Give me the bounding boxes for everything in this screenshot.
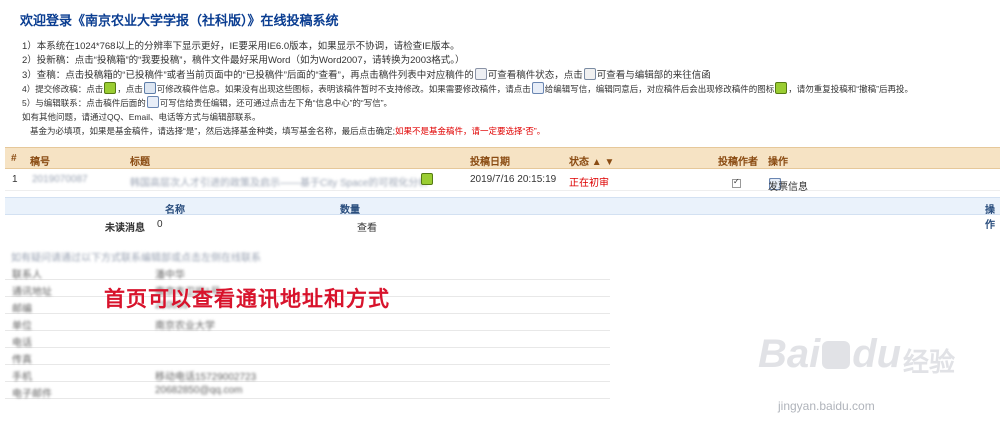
contact-intro: 如有疑问请通过以下方式联系编辑部或点击左侧在线联系 — [11, 253, 261, 264]
invoice-info-link[interactable]: 发票信息 — [768, 178, 808, 193]
instruction-4-part-d: 给编辑写信，编辑同意后，对应稿件后会出现修改稿件的图标 — [544, 84, 775, 94]
instruction-line-2: 2）投新稿：点击“投稿箱”的“我要投稿”，稿件文件最好采用Word（如为Word… — [22, 55, 465, 66]
watermark-cn: 经验 — [903, 347, 956, 377]
col-id[interactable]: 稿号 — [30, 153, 50, 168]
paperclip-icon — [474, 68, 487, 80]
manuscript-date: 2019/7/16 20:15:19 — [470, 174, 557, 185]
watermark-brand: Bai du — [758, 332, 902, 376]
attachment-icon — [421, 173, 433, 185]
fund-warning: 如果不是基金稿件，请一定要选择“否”。 — [395, 126, 546, 136]
msg-col-name: 名称 — [165, 205, 185, 216]
instruction-3-part-c: 可查看与编辑部的来往信函 — [596, 70, 711, 81]
status-badge: 正在初审 — [569, 178, 609, 189]
contact-row: 电话 — [5, 331, 610, 349]
contact-row: 传真 — [5, 348, 610, 366]
paw-icon — [822, 341, 851, 369]
instruction-line-3: 3）查稿：点击投稿箱的“已投稿件”或者当前页面中的“已投稿件”后面的“查看”，再… — [22, 68, 997, 82]
col-num: # — [11, 153, 17, 164]
col-title[interactable]: 标题 — [130, 153, 150, 168]
contact-row: 联系人 潘中华 — [5, 263, 610, 281]
unread-count: 0 — [157, 219, 163, 230]
page-title: 欢迎登录《南京农业大学学报（社科版）》在线投稿系统 — [20, 13, 339, 28]
contact-row: 电子邮件 20682850@qq.com — [5, 382, 610, 400]
mail-icon — [531, 82, 544, 94]
manuscript-id[interactable]: 2019070087 — [32, 174, 88, 185]
view-messages-link[interactable]: 查看 — [357, 219, 377, 234]
magnifier-icon — [583, 68, 596, 80]
table-row: 1 2019070087 韩国高层次人才引进的政策及启示——基于City Spa… — [5, 169, 1000, 193]
message-row: 未读消息 0 查看 — [5, 216, 1000, 234]
instruction-line-4: 4）提交修改稿：点击 ，点击 可修改稿件信息。如果没有出现这些图标，表明该稿件暂时不… — [22, 82, 997, 96]
col-ops: 操作 — [768, 157, 788, 168]
msg-col-count: 数量 — [340, 205, 360, 216]
col-author: 投稿作者 — [718, 157, 758, 168]
instructions: 1）本系统在1024*768以上的分辨率下显示更好，IE要采用IE6.0版本，如… — [22, 40, 997, 138]
instruction-7-part-a: 基金为必填项，如果是基金稿件，请选择“是”，然后选择基金种类，填写基金名称，最后… — [30, 126, 396, 136]
instruction-5-part-b: 可写信给责任编辑，还可通过点击左下角“信息中心”的“写信”。 — [159, 98, 393, 108]
instruction-line-5: 5）与编辑联系：点击稿件后面的 可写信给责任编辑，还可通过点击左下角“信息中心”的… — [22, 96, 997, 110]
instruction-line-6: 如有其他问题，请通过QQ、Email、电话等方式与编辑部联系。 — [22, 112, 261, 122]
manuscript-table-header: # 稿号 标题 投稿日期 状态 ▲ ▼ 投稿作者 操作 — [5, 147, 1000, 169]
col-status[interactable]: 状态 ▲ ▼ — [569, 153, 614, 168]
unread-label: 未读消息 — [105, 223, 145, 234]
upload-icon — [775, 82, 788, 94]
baidu-watermark: Bai du 经验 — [758, 332, 983, 394]
instruction-5-part-a: 5）与编辑联系：点击稿件后面的 — [22, 98, 146, 108]
contact-row: 手机 移动电话15729002723 — [5, 365, 610, 383]
instruction-4-part-e: ，请勿重复投稿和“撤稿”后再投。 — [788, 84, 913, 94]
watermark-url: jingyan.baidu.com — [778, 399, 875, 413]
instruction-4-part-a: 4）提交修改稿：点击 — [22, 84, 104, 94]
row-num: 1 — [12, 174, 18, 185]
overlay-caption: 首页可以查看通讯地址和方式 — [104, 288, 390, 311]
instruction-3-part-a: 3）查稿：点击投稿箱的“已投稿件”或者当前页面中的“已投稿件”后面的“查看”，再… — [22, 70, 474, 81]
instruction-4-part-c: 可修改稿件信息。如果没有出现这些图标，表明该稿件暂时不支持修改。如果需要修改稿件… — [156, 84, 531, 94]
col-date[interactable]: 投稿日期 — [470, 153, 510, 168]
edit-icon — [143, 82, 156, 94]
manuscript-title[interactable]: 韩国高层次人才引进的政策及启示——基于City Space的可视化分析 — [130, 174, 430, 189]
instruction-3-part-b: 可查看稿件状态，点击 — [487, 70, 583, 81]
instruction-line-7: 基金为必填项，如果是基金稿件，请选择“是”，然后选择基金种类，填写基金名称，最后… — [22, 124, 997, 138]
mail-icon — [146, 96, 159, 108]
instruction-4-part-b: ，点击 — [117, 84, 143, 94]
upload-icon — [104, 82, 117, 94]
message-table-header: 名称 数量 操作 — [5, 197, 1000, 231]
instruction-line-1: 1）本系统在1024*768以上的分辨率下显示更好，IE要采用IE6.0版本，如… — [22, 41, 460, 52]
contact-row: 单位 南京农业大学 — [5, 314, 610, 332]
contact-info: 如有疑问请通过以下方式联系编辑部或点击左侧在线联系 联系人 潘中华 通讯地址 南京市… — [5, 246, 610, 400]
